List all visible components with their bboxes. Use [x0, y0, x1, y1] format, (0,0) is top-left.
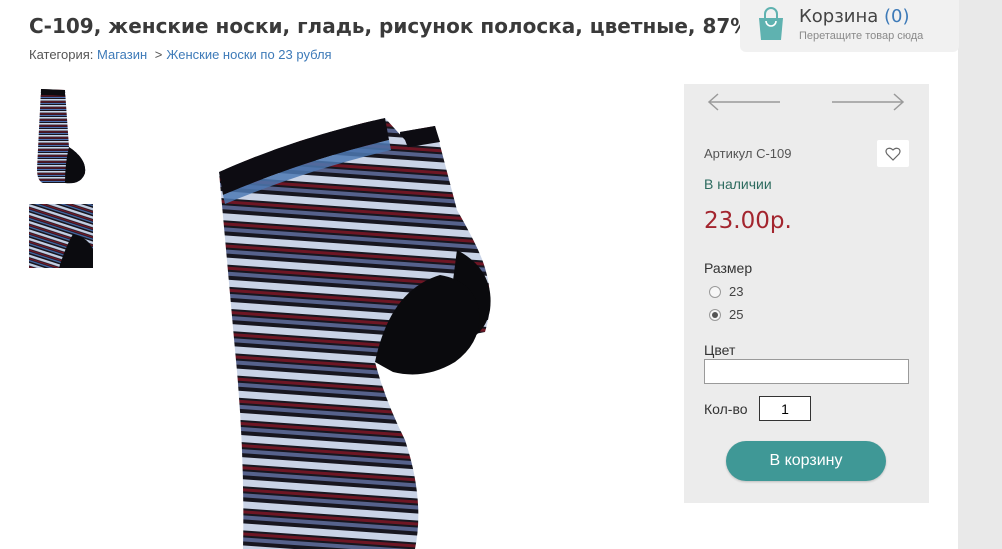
- add-to-favorites-button[interactable]: [877, 140, 909, 167]
- previous-product-arrow-icon[interactable]: [706, 90, 782, 114]
- color-field[interactable]: [704, 359, 909, 384]
- product-thumbnail-2[interactable]: [29, 204, 93, 268]
- product-main-image[interactable]: [195, 100, 595, 549]
- quantity-input[interactable]: [759, 396, 811, 421]
- cart-count: (0): [884, 6, 910, 27]
- product-price: 23.00р.: [704, 208, 792, 234]
- size-radio-23[interactable]: [709, 285, 721, 298]
- product-sku: Артикул С-109: [704, 146, 792, 161]
- stock-status: В наличии: [704, 176, 772, 192]
- breadcrumb-separator: >: [154, 47, 163, 62]
- size-radio-25[interactable]: [709, 308, 721, 321]
- cart-hint: Перетащите товар сюда: [799, 30, 924, 42]
- breadcrumb-link-shop[interactable]: Магазин: [97, 47, 147, 62]
- product-thumbnail-1[interactable]: [29, 87, 93, 185]
- page-title: С-109, женские носки, гладь, рисунок пол…: [29, 14, 789, 38]
- size-option-23[interactable]: 23: [709, 284, 743, 299]
- sock-thumbnail-image: [37, 89, 86, 184]
- size-option-label: 25: [729, 307, 744, 322]
- breadcrumb: Категория: Магазин > Женские носки по 23 …: [29, 47, 332, 62]
- page-gutter: [958, 0, 1002, 549]
- color-label: Цвет: [704, 342, 736, 358]
- shopping-bag-icon: [759, 7, 783, 40]
- cart-title: Корзина (0): [799, 6, 910, 27]
- cart-widget[interactable]: Корзина (0) Перетащите товар сюда: [740, 0, 959, 52]
- add-to-cart-button[interactable]: В корзину: [726, 441, 886, 481]
- next-product-arrow-icon[interactable]: [830, 90, 906, 114]
- size-option-label: 23: [729, 284, 744, 299]
- breadcrumb-prefix: Категория:: [29, 47, 94, 62]
- quantity-label: Кол-во: [704, 401, 748, 417]
- sock-detail-thumbnail-image: [29, 204, 93, 268]
- cart-label: Корзина: [799, 6, 879, 27]
- breadcrumb-link-category[interactable]: Женские носки по 23 рубля: [166, 47, 331, 62]
- heart-icon: [885, 147, 901, 161]
- size-option-25[interactable]: 25: [709, 307, 743, 322]
- sock-main-image: [219, 118, 491, 549]
- size-label: Размер: [704, 260, 753, 276]
